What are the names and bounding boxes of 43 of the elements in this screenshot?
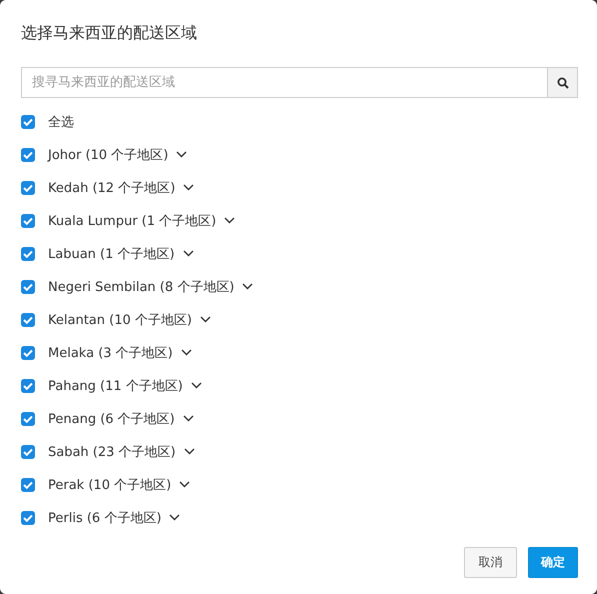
checkbox[interactable] bbox=[21, 412, 35, 426]
region-label: Penang (6 个子地区) bbox=[48, 410, 175, 428]
chevron-icon[interactable] bbox=[200, 316, 211, 323]
checkbox[interactable] bbox=[21, 312, 35, 326]
cancel-button[interactable]: 取消 bbox=[464, 547, 517, 578]
chevron-icon[interactable] bbox=[169, 514, 180, 521]
checkbox[interactable] bbox=[21, 148, 35, 162]
checkbox[interactable] bbox=[21, 444, 35, 458]
checkbox[interactable] bbox=[21, 180, 35, 194]
chevron-icon[interactable] bbox=[179, 481, 190, 488]
checkbox[interactable] bbox=[21, 114, 35, 128]
chevron-icon[interactable] bbox=[224, 217, 236, 224]
checkbox[interactable] bbox=[21, 346, 35, 360]
checkbox[interactable] bbox=[21, 280, 35, 294]
region-label: Pahang (11 个子地区) bbox=[48, 378, 183, 394]
checkbox[interactable] bbox=[21, 478, 35, 492]
chevron-icon[interactable] bbox=[184, 448, 195, 455]
region-label: Sabah (23 个子地区) bbox=[48, 444, 176, 460]
select-all-label: 全选 bbox=[48, 114, 74, 130]
chevron-icon[interactable] bbox=[180, 349, 192, 356]
chevron-icon[interactable] bbox=[176, 151, 188, 158]
chevron-icon[interactable] bbox=[182, 415, 194, 422]
checkbox[interactable] bbox=[21, 214, 35, 228]
region-label: Kelantan (10 个子地区) bbox=[48, 312, 192, 328]
region-label: Kuala Lumpur (1 个子地区) bbox=[48, 212, 216, 230]
search-field[interactable]: 搜寻马来西亚的配送区域 bbox=[21, 67, 547, 98]
search-icon bbox=[556, 76, 568, 88]
region-label: Johor (10 个子地区) bbox=[48, 146, 168, 164]
region-label: Perak (10 个子地区) bbox=[48, 476, 172, 494]
dialog-title: 选择马来西亚的配送区域 bbox=[21, 22, 198, 44]
checkbox[interactable] bbox=[21, 510, 35, 524]
checkbox[interactable] bbox=[21, 378, 35, 392]
chevron-icon[interactable] bbox=[183, 184, 194, 191]
chevron-icon[interactable] bbox=[182, 250, 194, 257]
checkbox[interactable] bbox=[21, 246, 35, 260]
region-label: Melaka (3 个子地区) bbox=[48, 344, 173, 362]
region-label: Perlis (6 个子地区) bbox=[48, 510, 162, 526]
chevron-icon[interactable] bbox=[190, 382, 202, 389]
region-label: Kedah (12 个子地区) bbox=[48, 180, 176, 196]
region-label: Labuan (1 个子地区) bbox=[48, 246, 175, 262]
chevron-icon[interactable] bbox=[242, 283, 254, 290]
region-label: Negeri Sembilan (8 个子地区) bbox=[48, 278, 234, 296]
search-button[interactable] bbox=[547, 67, 578, 98]
